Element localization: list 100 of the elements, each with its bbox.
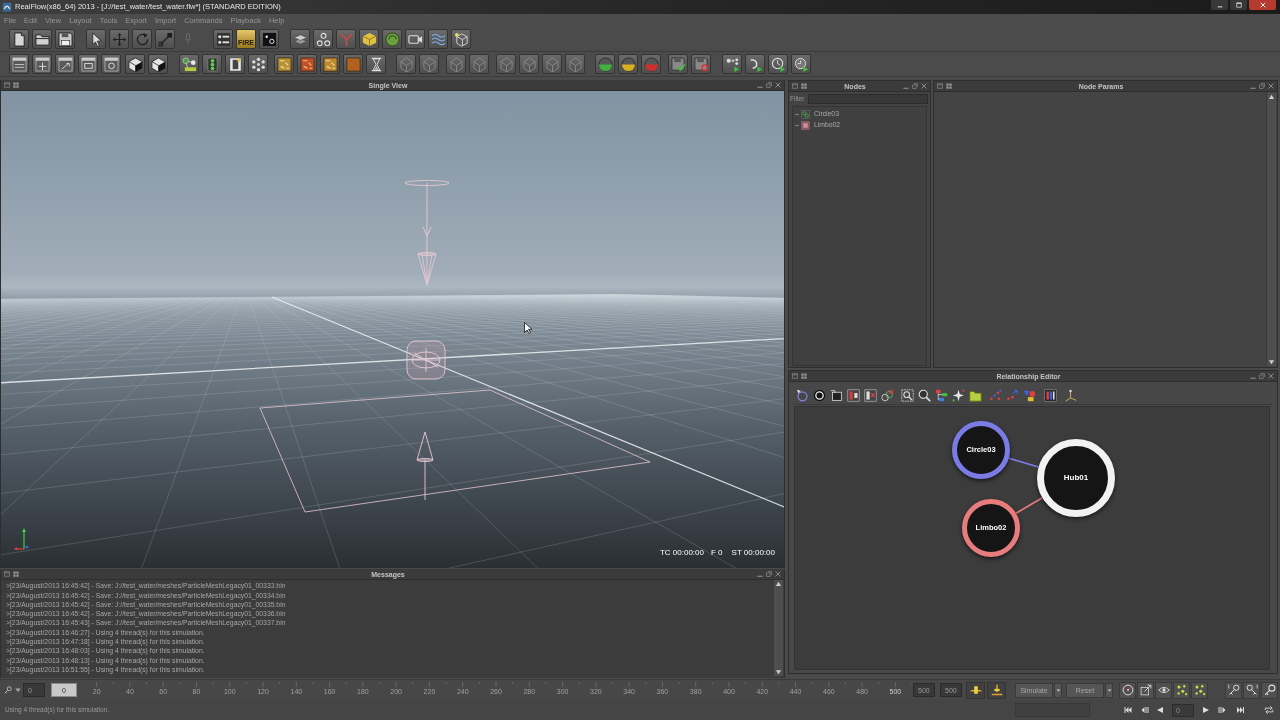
restore-icon[interactable]	[1259, 83, 1265, 89]
float-icon[interactable]	[937, 83, 943, 89]
toolbar-button[interactable]	[768, 54, 788, 74]
key-icon[interactable]	[4, 686, 12, 694]
toolbar-button[interactable]	[359, 29, 379, 49]
toolbar-button[interactable]	[55, 29, 75, 49]
toolbar-button[interactable]	[32, 29, 52, 49]
float-icon[interactable]	[4, 571, 10, 577]
restore-icon[interactable]	[1259, 373, 1265, 379]
toolbar-button[interactable]	[451, 29, 471, 49]
toolbar-button[interactable]	[1119, 681, 1136, 699]
dropdown-button[interactable]	[1105, 682, 1113, 698]
cube-outline-icon	[521, 56, 537, 72]
scroll-up-icon[interactable]	[1268, 94, 1275, 100]
axis-icon[interactable]	[1064, 388, 1077, 402]
step-forward-icon[interactable]	[1216, 706, 1228, 714]
minimize-button[interactable]	[1211, 0, 1228, 10]
restore-icon[interactable]	[766, 571, 772, 577]
toolbar-button[interactable]	[248, 54, 268, 74]
toolbar-button[interactable]	[297, 54, 317, 74]
grip-icon[interactable]	[13, 571, 19, 577]
node-graph-icon	[181, 56, 197, 72]
caret-icon[interactable]	[15, 687, 21, 693]
close-icon	[1259, 2, 1266, 8]
toolbar-button[interactable]	[148, 54, 168, 74]
toolbar-button[interactable]	[618, 54, 638, 74]
toolbar-button[interactable]	[1191, 681, 1208, 699]
skip-end-icon[interactable]	[1234, 706, 1247, 714]
play-icon[interactable]	[1202, 706, 1210, 714]
dots-arrow-icon[interactable]	[1006, 388, 1019, 402]
ring-icon[interactable]	[813, 388, 826, 402]
scrollbar[interactable]	[773, 580, 783, 676]
toolbar-button[interactable]	[320, 54, 340, 74]
close-icon[interactable]	[1268, 373, 1274, 379]
restore-icon[interactable]	[766, 82, 772, 88]
toolbar-button[interactable]	[987, 681, 1006, 699]
toolbar-button[interactable]	[1173, 681, 1190, 699]
toolbar-button[interactable]	[274, 54, 294, 74]
frame-icon[interactable]	[830, 388, 843, 402]
close-icon[interactable]	[921, 83, 927, 89]
toolbar-button[interactable]	[86, 29, 106, 49]
toolbar-button[interactable]	[101, 54, 121, 74]
scatter-dots-icon[interactable]	[989, 388, 1002, 402]
dropdown-button[interactable]	[1054, 682, 1062, 698]
toolbar-button[interactable]	[791, 54, 811, 74]
toolbar-button[interactable]	[1225, 681, 1242, 699]
toolbar-button[interactable]	[179, 54, 199, 74]
grip-icon[interactable]	[946, 83, 952, 89]
toolbar-button[interactable]	[225, 54, 245, 74]
toolbar-button[interactable]	[9, 54, 29, 74]
grip-icon[interactable]	[801, 373, 807, 379]
grip-icon[interactable]	[13, 82, 19, 88]
toolbar-button[interactable]	[745, 54, 765, 74]
linked-circles-icon[interactable]	[881, 388, 894, 402]
float-icon[interactable]	[4, 82, 10, 88]
toolbar-button[interactable]	[78, 54, 98, 74]
close-icon[interactable]	[775, 82, 781, 88]
toolbar-button[interactable]	[213, 29, 233, 49]
toolbar-button[interactable]	[366, 54, 386, 74]
shapes-icon[interactable]	[1023, 388, 1036, 402]
square-icon	[801, 121, 810, 130]
range-marker-icon	[969, 684, 982, 696]
float-icon[interactable]	[792, 373, 798, 379]
scrollbar[interactable]	[1266, 93, 1276, 366]
toolbar-button[interactable]	[55, 54, 75, 74]
loop-icon[interactable]	[1263, 705, 1275, 715]
toolbar-button[interactable]	[966, 681, 985, 699]
grip-icon[interactable]	[801, 83, 807, 89]
toolbar-button[interactable]	[125, 54, 145, 74]
star-dots-icon[interactable]	[952, 388, 965, 402]
toolbar-button[interactable]	[290, 29, 310, 49]
toolbar-button[interactable]	[1261, 681, 1278, 699]
restore-icon[interactable]	[912, 83, 918, 89]
columns-icon[interactable]	[1044, 388, 1057, 402]
zoom-frame-icon[interactable]	[901, 388, 914, 402]
panel-icon[interactable]	[847, 388, 860, 402]
zoom-icon[interactable]	[918, 388, 931, 402]
step-back-icon[interactable]	[1139, 706, 1151, 714]
toolbar-button[interactable]	[1137, 681, 1154, 699]
toolbar-button[interactable]	[1243, 681, 1260, 699]
maximize-button[interactable]	[1230, 0, 1247, 10]
folder-icon[interactable]	[969, 388, 982, 402]
close-button[interactable]	[1249, 0, 1276, 10]
toolbar-button[interactable]	[259, 29, 279, 49]
scroll-down-icon[interactable]	[775, 669, 782, 675]
toolbar-button[interactable]	[405, 29, 425, 49]
toolbar-button[interactable]	[32, 54, 52, 74]
close-icon[interactable]	[1268, 83, 1274, 89]
toolbar-button[interactable]	[1155, 681, 1172, 699]
toolbar-button[interactable]	[9, 29, 29, 49]
scroll-down-icon[interactable]	[1268, 359, 1275, 365]
skip-start-icon[interactable]	[1122, 706, 1134, 714]
close-icon[interactable]	[775, 571, 781, 577]
play-reverse-icon[interactable]	[1156, 706, 1164, 714]
toolbar-button[interactable]	[722, 54, 742, 74]
float-icon[interactable]	[792, 83, 798, 89]
node-tree-icon[interactable]	[935, 388, 948, 402]
panel-cross-icon[interactable]	[864, 388, 877, 402]
graph-node[interactable]: Hub01	[1037, 439, 1115, 517]
toolbar-button[interactable]	[313, 29, 333, 49]
